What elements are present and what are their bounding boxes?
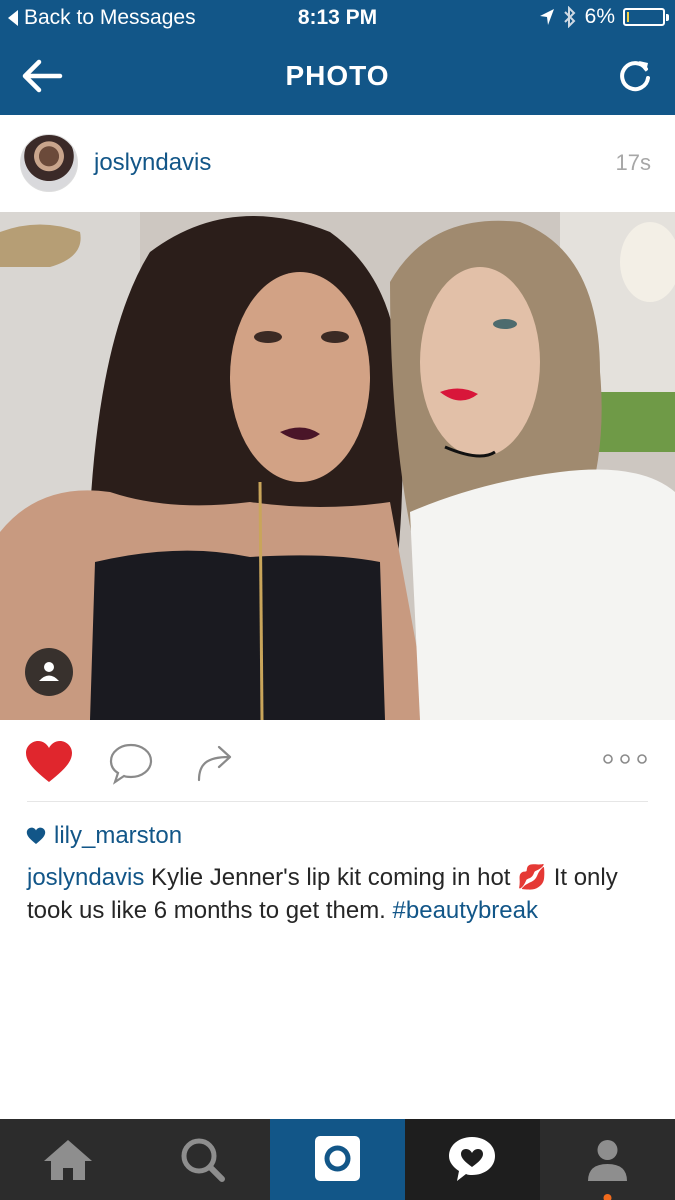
tab-profile[interactable] xyxy=(540,1119,675,1200)
battery-icon xyxy=(623,8,669,26)
battery-fill xyxy=(627,12,629,22)
caption-hashtag[interactable]: #beautybreak xyxy=(393,897,538,924)
tagged-people-button[interactable] xyxy=(25,648,73,696)
likes-row: lily_marston xyxy=(26,822,182,850)
tab-camera[interactable] xyxy=(270,1119,405,1200)
post-caption: joslyndavis Kylie Jenner's lip kit comin… xyxy=(27,861,657,927)
share-arrow-icon[interactable] xyxy=(195,742,235,782)
heart-icon[interactable] xyxy=(24,740,74,784)
caption-username[interactable]: joslyndavis xyxy=(27,864,144,891)
actions-divider xyxy=(27,801,648,802)
nav-bar: PHOTO xyxy=(0,38,675,115)
post-actions xyxy=(0,720,675,802)
small-heart-icon xyxy=(26,827,46,844)
post-username[interactable]: joslyndavis xyxy=(94,149,211,177)
status-indicators: 6% xyxy=(539,5,669,29)
profile-icon xyxy=(588,1140,627,1200)
battery-percent: 6% xyxy=(584,5,615,28)
top-bar: Back to Messages 8:13 PM 6% PHOTO xyxy=(0,0,675,115)
search-icon xyxy=(181,1138,225,1182)
status-bar: Back to Messages 8:13 PM 6% xyxy=(0,0,675,38)
person-tag-icon xyxy=(39,662,59,681)
more-dots-icon[interactable] xyxy=(602,752,648,766)
post-header: joslyndavis 17s xyxy=(0,115,675,212)
camera-icon xyxy=(315,1136,360,1181)
liker-username[interactable]: lily_marston xyxy=(54,822,182,850)
comment-bubble-icon[interactable] xyxy=(108,742,154,786)
page-title: PHOTO xyxy=(285,60,390,91)
refresh-icon[interactable] xyxy=(615,56,655,96)
activity-heart-icon xyxy=(449,1137,495,1181)
tab-activity[interactable] xyxy=(405,1119,540,1200)
bluetooth-icon xyxy=(563,6,576,28)
photo-illustration xyxy=(0,212,675,720)
tab-home[interactable] xyxy=(0,1119,135,1200)
post-photo[interactable] xyxy=(0,212,675,720)
location-arrow-icon xyxy=(539,9,554,25)
tab-search[interactable] xyxy=(135,1119,270,1200)
avatar[interactable] xyxy=(20,134,78,192)
post-timestamp: 17s xyxy=(615,150,651,175)
tab-bar xyxy=(0,1119,675,1200)
home-icon xyxy=(44,1140,92,1180)
